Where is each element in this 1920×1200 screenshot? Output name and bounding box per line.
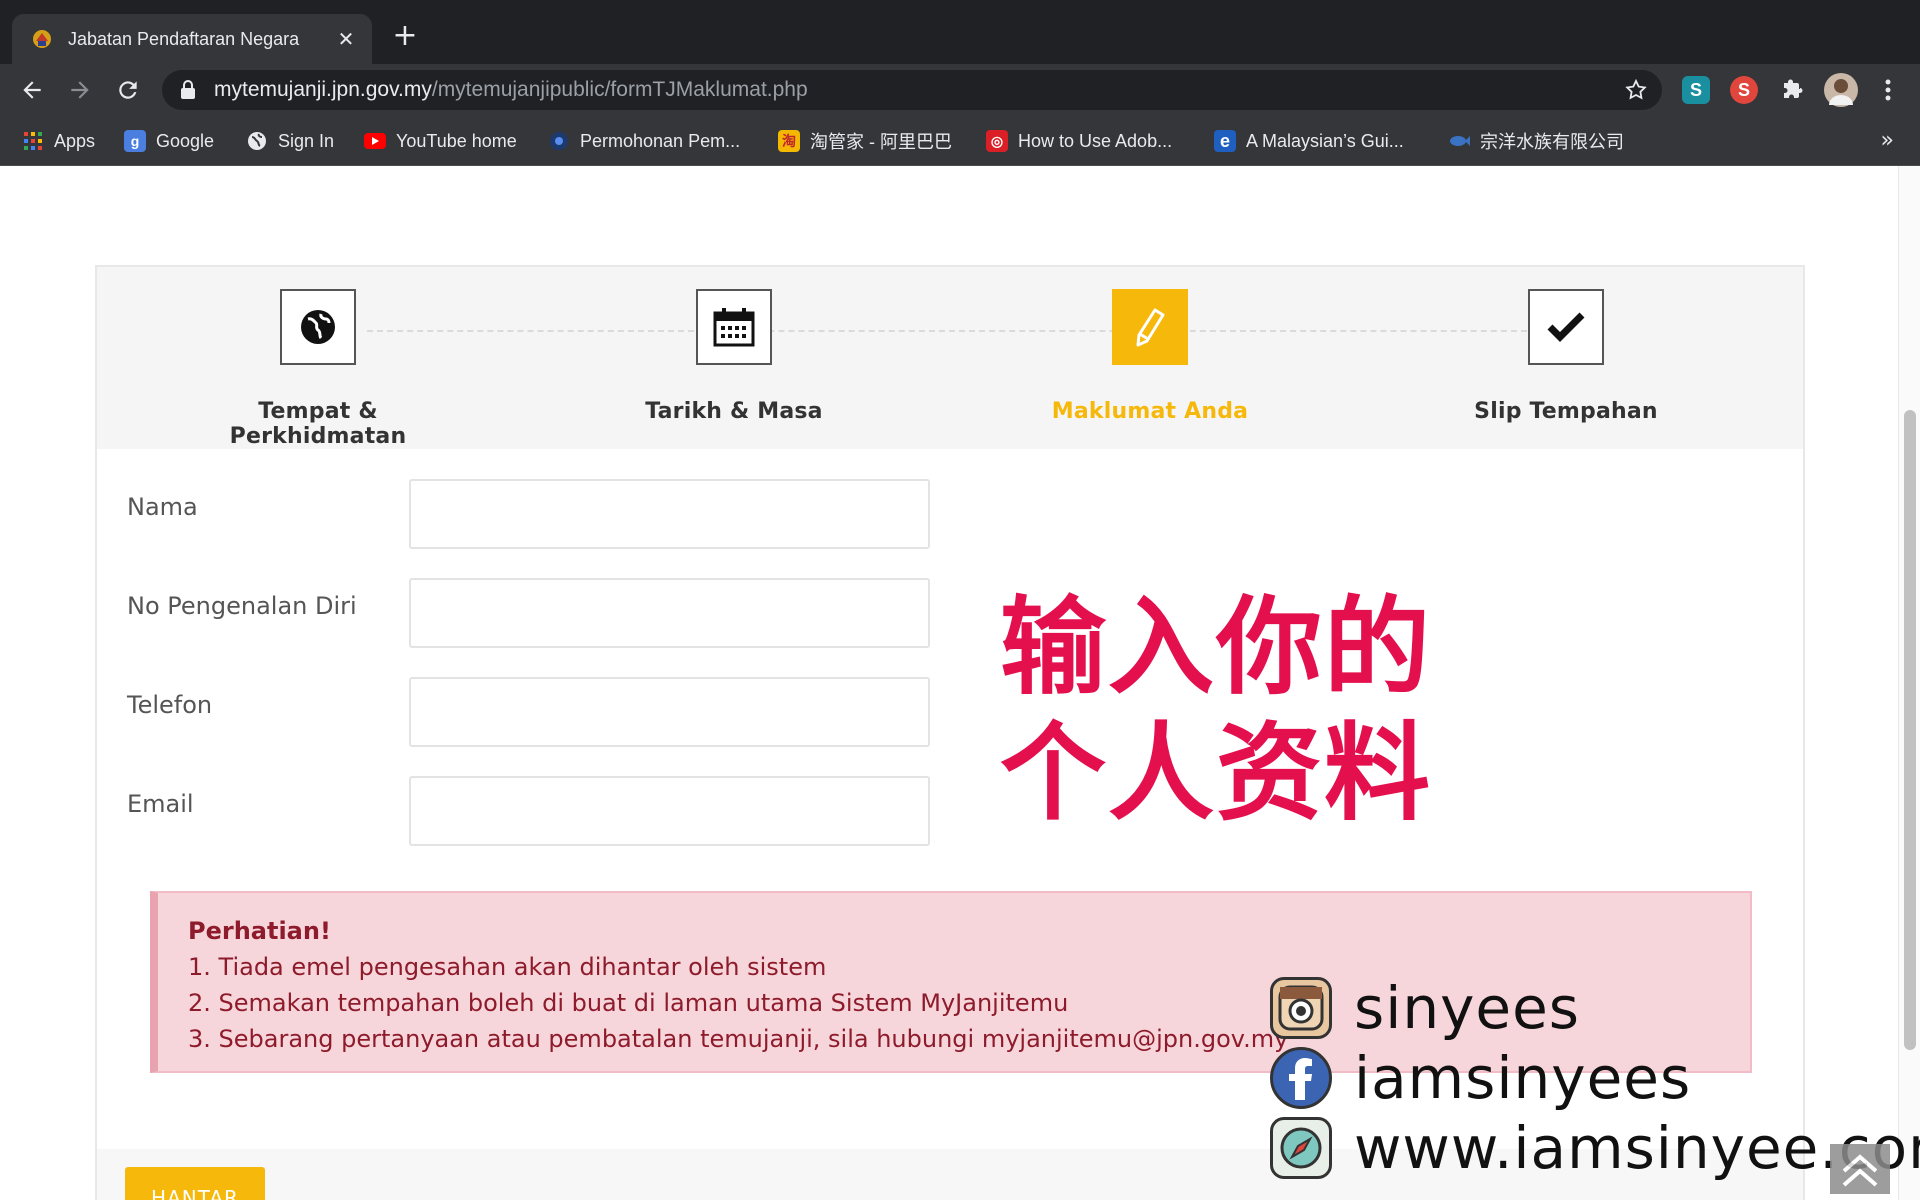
address-bar[interactable]: mytemujanji.jpn.gov.my/mytemujanjipublic… [162,70,1662,110]
tab-strip: Jabatan Pendaftaran Negara ✕ + [0,0,1920,64]
bookmark-malaysian-guide[interactable]: e A Malaysian’s Gui... [1214,128,1404,154]
step-label: Maklumat Anda [1051,399,1249,424]
back-to-top-button[interactable] [1830,1144,1890,1194]
lock-icon [181,80,195,99]
social-website: www.iamsinyee.com [1270,1114,1920,1182]
arrow-right-icon [71,81,89,99]
google-icon: g [124,130,146,152]
arrow-left-icon [23,81,41,99]
url-host: mytemujanji.jpn.gov.my [214,78,432,101]
browser-toolbar: mytemujanji.jpn.gov.my/mytemujanjipublic… [0,64,1920,116]
bookmark-label: 宗洋水族有限公司 [1480,132,1624,152]
label-nama: Nama [127,493,198,521]
bookmarks-overflow-button[interactable]: » [1881,128,1894,153]
youtube-icon [364,133,386,149]
bookmark-aquarium[interactable]: 宗洋水族有限公司 [1448,128,1624,154]
reload-button[interactable] [112,74,144,106]
bookmark-permohonan[interactable]: Permohonan Pem... [548,128,740,154]
facebook-icon [1270,1047,1332,1109]
back-button[interactable] [16,74,48,106]
double-chevron-up-icon [1842,1154,1878,1187]
bookmark-taoguanjia[interactable]: 淘 淘管家 - 阿里巴巴 [778,128,952,154]
social-instagram: sinyees [1270,974,1581,1042]
bookmark-sign-in[interactable]: Sign In [246,128,334,154]
hantar-submit-button[interactable]: HANTAR [125,1167,265,1200]
overlay-line: 输入你的 [1000,586,1432,709]
overlay-line: 个人资料 [1000,712,1432,835]
bookmark-star-icon[interactable] [1624,78,1648,102]
bookmarks-bar: Apps g Google Sign In YouTube home Permo… [0,116,1920,166]
extension-s-teal-icon[interactable]: S [1682,76,1710,104]
extensions-puzzle-icon[interactable] [1778,76,1806,104]
bookmark-apps[interactable]: Apps [22,128,95,154]
step-box [1528,289,1604,365]
reload-icon [119,81,137,99]
fish-icon [1448,130,1470,152]
scrollbar-thumb[interactable] [1904,410,1916,1050]
bookmark-google[interactable]: g Google [124,128,214,154]
step-label: Tempat & Perkhidmatan [229,399,407,449]
label-telefon: Telefon [127,691,213,719]
e-logo-icon: e [1214,130,1236,152]
label-email: Email [127,790,194,818]
bookmark-label: 淘管家 - 阿里巴巴 [810,132,952,152]
social-text: sinyees [1354,974,1581,1042]
extension-s-red-icon[interactable]: S [1730,76,1758,104]
page-scrollbar[interactable] [1898,166,1920,1200]
menu-kebab-icon[interactable] [1874,76,1902,104]
bookmark-adobe[interactable]: ◎ How to Use Adob... [986,128,1172,154]
label-no-pengenalan-diri: No Pengenalan Diri [127,592,357,620]
input-email[interactable] [409,776,930,846]
bookmark-label: A Malaysian’s Gui... [1246,130,1404,151]
bookmark-label: How to Use Adob... [1018,130,1173,151]
step-maklumat-anda[interactable]: Maklumat Anda [1000,289,1300,424]
apps-grid-icon [22,130,44,152]
step-box [696,289,772,365]
step-box [280,289,356,365]
forward-button[interactable] [64,74,96,106]
input-nama[interactable] [409,479,930,549]
progress-steps: Tempat & Perkhidmatan Tarikh & Masa Makl… [97,267,1803,449]
taoguanjia-icon: 淘 [778,130,800,152]
steps-connector-line [367,330,1547,332]
social-text: iamsinyees [1354,1044,1692,1112]
alert-heading: Perhatian! [188,917,331,945]
input-no-pengenalan-diri[interactable] [409,578,930,648]
globe-icon [301,310,335,344]
overlay-caption: 输入你的 个人资料 [1000,585,1432,837]
adobe-icon: ◎ [986,130,1008,152]
bookmark-label: Sign In [278,130,335,151]
browser-tab[interactable]: Jabatan Pendaftaran Negara ✕ [12,14,372,64]
step-tempat-perkhidmatan[interactable]: Tempat & Perkhidmatan [168,289,468,449]
calendar-icon [713,308,755,347]
step-box-active [1112,289,1188,365]
bookmark-label: YouTube home [396,130,517,151]
bookmark-label: Permohonan Pem... [580,130,741,151]
globe-icon [246,130,268,152]
circle-dot-icon [548,130,570,152]
input-telefon[interactable] [409,677,930,747]
close-tab-icon[interactable]: ✕ [334,27,358,51]
jpn-crest-icon [33,30,51,48]
social-facebook: iamsinyees [1270,1044,1692,1112]
step-tarikh-masa[interactable]: Tarikh & Masa [584,289,884,424]
step-slip-tempahan[interactable]: Slip Tempahan [1416,289,1716,424]
bookmark-label: Google [156,130,215,151]
pencil-icon [1136,308,1165,347]
instagram-icon [1270,977,1332,1039]
step-label: Tarikh & Masa [645,399,823,424]
checkmark-icon [1547,312,1585,342]
bookmark-youtube[interactable]: YouTube home [364,128,517,154]
new-tab-button[interactable]: + [390,21,420,52]
url-path: /mytemujanjipublic/formTJMaklumat.php [431,78,808,101]
step-label: Slip Tempahan [1474,399,1658,424]
bookmark-label: Apps [54,130,96,151]
profile-avatar[interactable] [1824,73,1858,107]
safari-compass-icon [1270,1117,1332,1179]
tab-title: Jabatan Pendaftaran Negara [68,28,300,49]
